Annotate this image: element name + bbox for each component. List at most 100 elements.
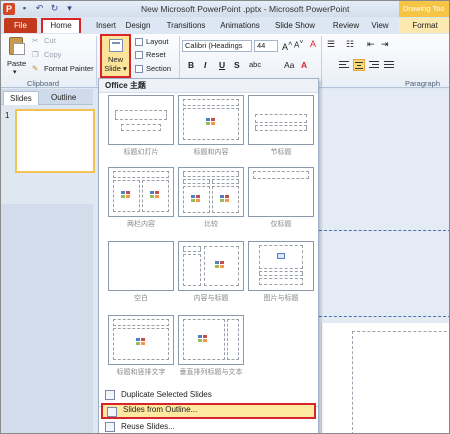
format-painter-button[interactable]: Format Painter: [44, 64, 94, 73]
slide-thumbnail[interactable]: [15, 109, 95, 173]
layout-title-content[interactable]: [178, 95, 244, 145]
duplicate-slides-icon: [105, 390, 115, 400]
layout-picture-caption[interactable]: [248, 241, 314, 291]
content-icon: [121, 191, 133, 199]
layout-title-vertical-text[interactable]: [108, 315, 174, 365]
strikethrough-icon[interactable]: abc: [249, 60, 261, 69]
tab-design[interactable]: Design: [121, 18, 155, 33]
picture-icon: [277, 253, 285, 259]
change-case-icon[interactable]: Aa: [284, 60, 294, 70]
undo-icon[interactable]: ↶: [34, 3, 45, 14]
numbering-icon[interactable]: ☷: [346, 39, 354, 50]
group-separator: [96, 36, 97, 86]
duplicate-selected-slides-item[interactable]: Duplicate Selected Slides: [101, 388, 316, 402]
redo-icon[interactable]: ↻: [49, 3, 60, 14]
underline-button[interactable]: U: [219, 60, 225, 70]
chevron-down-icon: ▾: [123, 64, 127, 73]
decrease-indent-icon[interactable]: ⇤: [367, 39, 375, 50]
powerpoint-logo-icon[interactable]: P: [3, 3, 15, 15]
layout-content-caption[interactable]: [178, 241, 244, 291]
tab-file[interactable]: File: [4, 18, 37, 33]
bold-button[interactable]: B: [188, 60, 194, 70]
font-name-select[interactable]: Calibri (Headings: [182, 40, 252, 52]
tab-home[interactable]: Home: [41, 18, 81, 33]
layout-caption: 比较: [204, 221, 218, 228]
layout-icon[interactable]: [135, 38, 143, 46]
reset-button[interactable]: Reset: [146, 50, 166, 59]
slide-number: 1: [5, 111, 10, 120]
layout-blank[interactable]: [108, 241, 174, 291]
tab-slides[interactable]: Slides: [3, 91, 39, 105]
layout-caption: 标题幻灯片: [123, 149, 159, 156]
new-slide-button[interactable]: New Slide ▾: [100, 34, 131, 78]
quick-access-toolbar: ▪ ↶ ↻ ▾: [19, 3, 75, 14]
paste-button[interactable]: Paste: [7, 59, 26, 68]
layout-caption: 仅标题: [270, 221, 292, 228]
paragraph-group-label: Paragraph: [405, 79, 441, 88]
tab-slide-show[interactable]: Slide Show: [269, 18, 321, 33]
layout-title-slide[interactable]: [108, 95, 174, 145]
slide-canvas[interactable]: [321, 323, 449, 433]
align-left-icon[interactable]: [338, 59, 350, 71]
copy-icon[interactable]: ❐: [32, 50, 39, 59]
italic-button[interactable]: I: [204, 60, 206, 70]
guide-line: [319, 230, 449, 231]
content-icon: [215, 261, 227, 269]
save-icon[interactable]: ▪: [19, 3, 30, 14]
reuse-slides-label: Reuse Slides...: [121, 422, 175, 431]
increase-indent-icon[interactable]: ⇥: [381, 39, 389, 50]
slides-from-outline-item[interactable]: Slides from Outline...: [101, 403, 316, 419]
format-painter-icon[interactable]: ✎: [32, 64, 38, 73]
group-separator: [321, 36, 322, 86]
tab-outline[interactable]: Outline: [45, 91, 82, 105]
layout-caption: 图片与标题: [263, 295, 299, 302]
tab-review[interactable]: Review: [328, 18, 364, 33]
layout-caption: 垂直排列标题与文本: [179, 369, 243, 376]
new-slide-label-2: Slide: [104, 64, 121, 73]
content-icon: [191, 195, 203, 203]
guide-line: [319, 316, 449, 317]
content-icon: [198, 335, 210, 343]
tab-format[interactable]: Format: [399, 18, 449, 33]
section-icon[interactable]: [135, 65, 143, 73]
reuse-slides-item[interactable]: Reuse Slides...: [101, 420, 316, 433]
justify-icon[interactable]: [383, 59, 395, 71]
paste-dropdown-icon[interactable]: ▾: [13, 68, 17, 76]
shrink-font-icon[interactable]: A˅: [294, 39, 303, 50]
shadow-button[interactable]: S: [234, 60, 240, 70]
clear-formatting-icon[interactable]: A: [310, 39, 316, 49]
layout-comparison[interactable]: [178, 167, 244, 217]
cut-button[interactable]: Cut: [44, 36, 56, 45]
tab-view[interactable]: View: [367, 18, 393, 33]
layout-caption: 标题和内容: [193, 149, 229, 156]
window-title: New Microsoft PowerPoint .pptx - Microso…: [141, 4, 350, 14]
tab-insert[interactable]: Insert: [89, 18, 123, 33]
layout-two-content[interactable]: [108, 167, 174, 217]
section-button[interactable]: Section: [146, 64, 171, 73]
bullets-icon[interactable]: ☰: [327, 39, 335, 50]
layout-button[interactable]: Layout: [146, 37, 169, 46]
drawing-tools-contextual-title: Drawing Too: [399, 1, 449, 17]
content-placeholder[interactable]: [352, 331, 449, 433]
tab-animations[interactable]: Animations: [215, 18, 265, 33]
layout-vertical-title-text[interactable]: [178, 315, 244, 365]
font-color-icon[interactable]: A: [301, 60, 307, 70]
reset-icon[interactable]: [135, 51, 143, 59]
content-icon: [136, 338, 148, 346]
slides-panel-background: [1, 204, 93, 433]
layout-title-only[interactable]: [248, 167, 314, 217]
paste-icon[interactable]: [9, 37, 25, 55]
content-icon: [220, 195, 232, 203]
align-center-icon[interactable]: [353, 59, 365, 71]
reuse-slides-icon: [105, 422, 115, 432]
align-right-icon[interactable]: [368, 59, 380, 71]
content-icon: [206, 118, 218, 126]
copy-button[interactable]: Copy: [44, 50, 62, 59]
cut-icon[interactable]: ✂: [32, 36, 38, 45]
tab-transitions[interactable]: Transitions: [160, 18, 212, 33]
customize-qat-icon[interactable]: ▾: [64, 3, 75, 14]
font-size-select[interactable]: 44: [254, 40, 278, 52]
grow-font-icon[interactable]: A˄: [282, 39, 292, 52]
title-bar: P ▪ ↶ ↻ ▾ New Microsoft PowerPoint .pptx…: [1, 1, 449, 17]
layout-section-header[interactable]: [248, 95, 314, 145]
